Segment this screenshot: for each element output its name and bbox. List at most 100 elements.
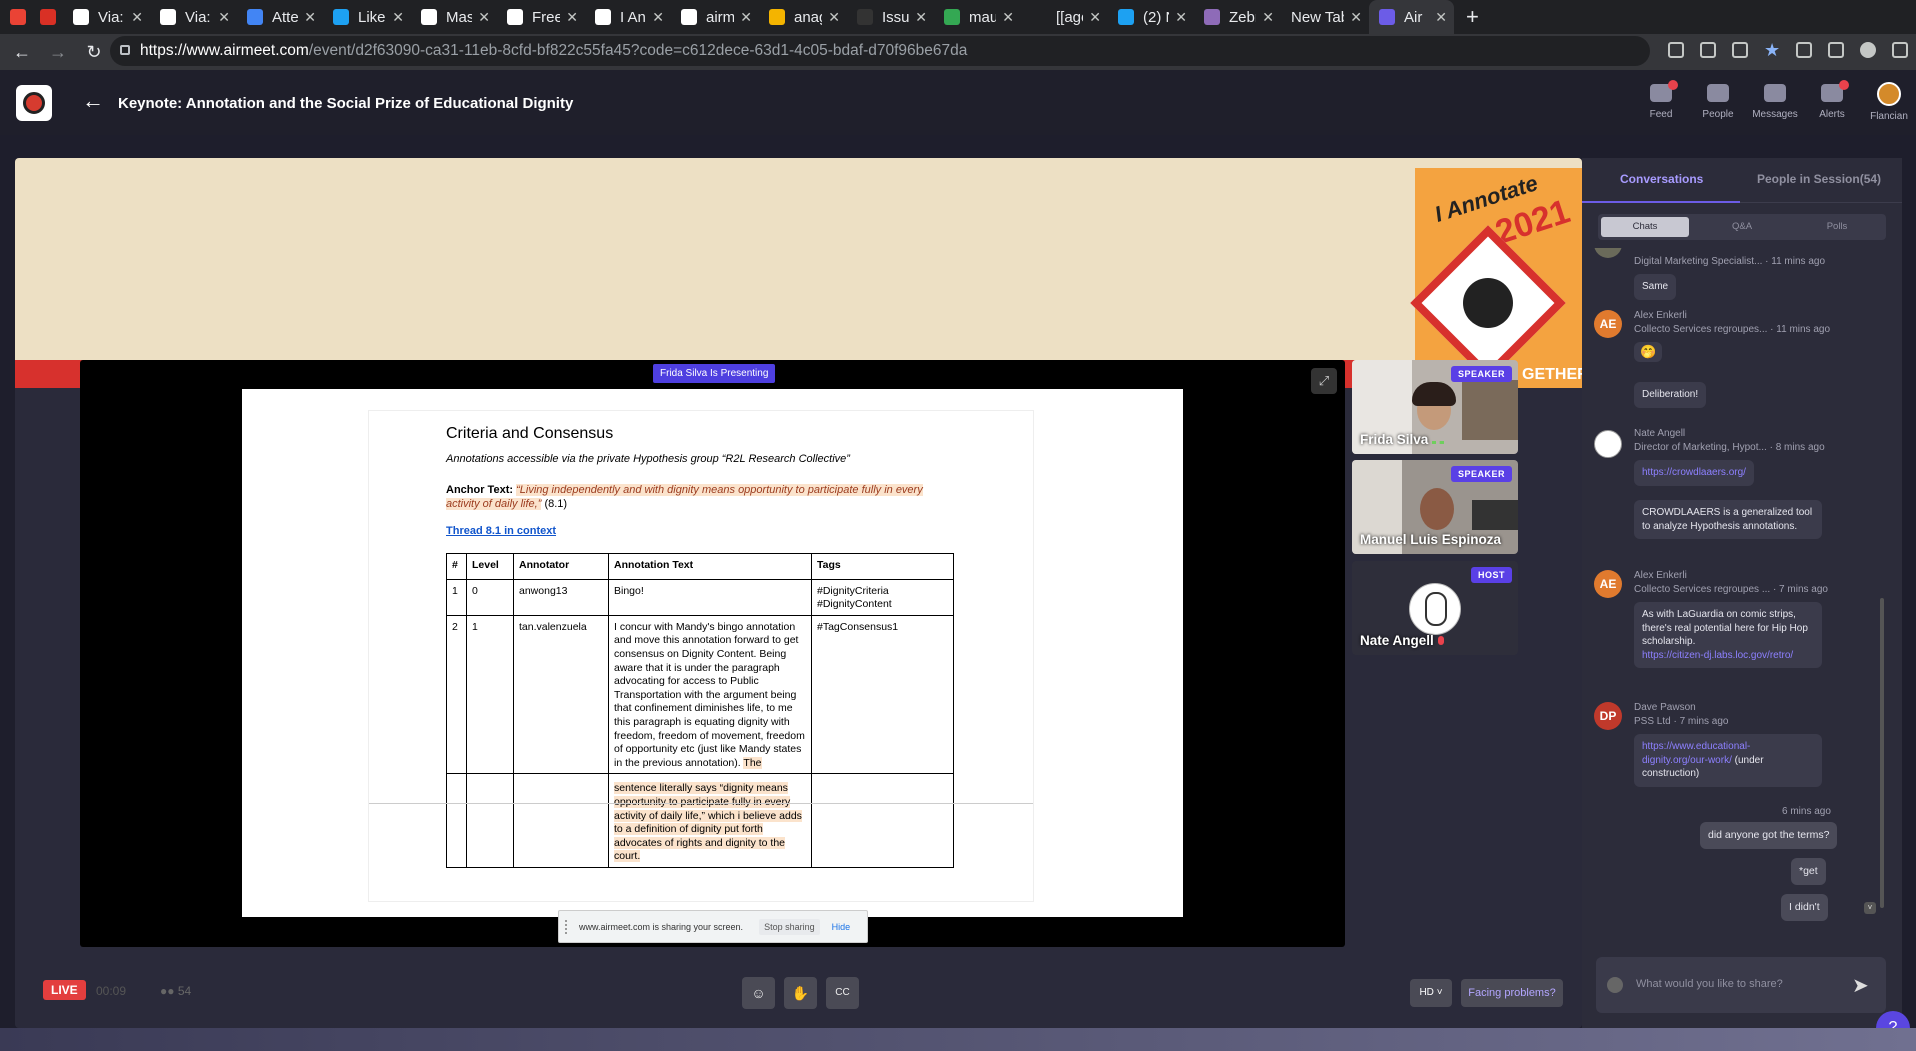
back-arrow-icon[interactable]: ← (82, 88, 104, 114)
github-icon (857, 9, 873, 25)
close-tab-icon[interactable]: ✕ (1002, 9, 1014, 26)
table-row: 1 0 anwong13 Bingo! #DignityCriteria #Di… (446, 578, 954, 616)
close-tab-icon[interactable]: ✕ (392, 9, 404, 26)
close-tab-icon[interactable]: ✕ (828, 9, 840, 26)
emoji-reaction-button[interactable]: ☺ (742, 977, 775, 1009)
zoom-icon[interactable] (1732, 42, 1748, 58)
browser-tab[interactable]: Via: [[✕ (150, 0, 237, 34)
message-options-icon[interactable]: ˅ (1864, 902, 1876, 914)
nav-alerts[interactable]: Alerts (1805, 80, 1859, 122)
browser-tab[interactable]: Liked / ✕ (323, 0, 411, 34)
web-icon (507, 9, 523, 25)
close-tab-icon[interactable]: ✕ (652, 9, 664, 26)
browser-tab[interactable]: Free In ✕ (497, 0, 585, 34)
nav-people[interactable]: People (1691, 82, 1745, 122)
calendar-icon (40, 9, 56, 25)
browser-tab[interactable]: anago ✕ (759, 0, 847, 34)
event-logo[interactable] (16, 85, 52, 121)
screen-share-notice: www.airmeet.com is sharing your screen. … (558, 910, 868, 943)
close-tab-icon[interactable]: ✕ (915, 9, 927, 26)
close-tab-icon[interactable]: ✕ (304, 9, 316, 26)
bookmark-star-icon[interactable]: ★ (1764, 41, 1780, 59)
forward-icon[interactable]: → (44, 42, 72, 63)
nav-messages[interactable]: Messages (1748, 82, 1802, 122)
hide-button[interactable]: Hide (832, 922, 851, 932)
menu-icon[interactable] (1892, 42, 1908, 58)
header-nav: Feed People Messages Alerts Flancian (1631, 80, 1916, 122)
seg-polls[interactable]: Polls (1793, 217, 1881, 237)
video-tile-frida[interactable]: SPEAKER Frida Silva (1352, 360, 1518, 454)
camera-icon[interactable] (1668, 42, 1684, 58)
captions-button[interactable]: CC (826, 977, 859, 1009)
browser-tab[interactable]: Zebra ✕ (1194, 0, 1281, 34)
browser-tab[interactable]: Issues ✕ (847, 0, 934, 34)
chat-input-placeholder[interactable]: What would you like to share? (1636, 978, 1783, 990)
emoji-icon[interactable] (1607, 977, 1623, 993)
close-tab-icon[interactable]: ✕ (566, 9, 578, 26)
browser-tab[interactable]: Massiv ✕ (411, 0, 497, 34)
video-tile-nate[interactable]: HOST Nate Angell (1352, 561, 1518, 655)
participant-name: Manuel Luis Espinoza (1360, 532, 1501, 548)
nav-feed[interactable]: Feed (1634, 80, 1688, 122)
facing-problems-button[interactable]: Facing problems? (1461, 979, 1563, 1007)
video-tile-manuel[interactable]: SPEAKER Manuel Luis Espinoza (1352, 460, 1518, 554)
browser-tab[interactable]: (2) No ✕ (1108, 0, 1194, 34)
reload-icon[interactable]: ↻ (80, 42, 108, 63)
lock-icon (120, 45, 130, 55)
close-tab-icon[interactable]: ✕ (1175, 9, 1187, 26)
close-tab-icon[interactable]: ✕ (478, 9, 490, 26)
close-tab-icon[interactable]: ✕ (131, 9, 143, 26)
seg-chats[interactable]: Chats (1601, 217, 1689, 237)
message-link[interactable]: https://crowdlaaers.org/ (1642, 467, 1746, 478)
browser-tab-title: Issues (882, 8, 910, 26)
message-meta: Digital Marketing Specialist... · 11 min… (1634, 256, 1826, 267)
close-tab-icon[interactable]: ✕ (740, 9, 752, 26)
toolbar-icons: ★ (1668, 41, 1908, 59)
message-meta: PSS Ltd · 7 mins ago (1634, 716, 1729, 727)
raise-hand-button[interactable]: ✋ (784, 977, 817, 1009)
chat-composer[interactable]: What would you like to share? ➤ (1596, 957, 1886, 1013)
tab-people-in-session[interactable]: People in Session(54) (1757, 172, 1881, 186)
message-link[interactable]: https://citizen-dj.labs.loc.gov/retro/ (1642, 650, 1793, 661)
stop-sharing-button[interactable]: Stop sharing (759, 918, 820, 935)
back-icon[interactable]: ← (8, 42, 36, 63)
browser-tab[interactable]: Attend ✕ (237, 0, 323, 34)
fullscreen-icon[interactable]: ⤢ (1311, 368, 1337, 394)
browser-tab[interactable]: maui - ✕ (934, 0, 1021, 34)
thread-link[interactable]: Thread 8.1 in context (446, 525, 1033, 537)
browser-tab[interactable]: Via: [[✕ (63, 0, 150, 34)
close-tab-icon[interactable]: ✕ (1089, 9, 1101, 26)
new-tab-icon[interactable]: + (1466, 4, 1479, 30)
nav-profile[interactable]: Flancian (1862, 82, 1916, 122)
profile-icon[interactable] (1860, 42, 1876, 58)
browser-tab[interactable] (0, 0, 30, 34)
quality-dropdown[interactable]: HD ˅ (1410, 979, 1452, 1007)
browser-tab[interactable]: airmee ✕ (671, 0, 759, 34)
grid-icon[interactable] (1700, 42, 1716, 58)
close-tab-icon[interactable]: ✕ (218, 9, 230, 26)
anchor-text: Anchor Text: “Living independently and w… (446, 483, 956, 511)
browser-tab[interactable]: Air ✕ (1369, 0, 1454, 34)
slides-icon (769, 9, 785, 25)
message-author: Alex Enkerli (1634, 310, 1687, 321)
browser-tab[interactable]: [[agor ✕ (1021, 0, 1108, 34)
chat-scrollbar[interactable] (1880, 598, 1884, 908)
close-tab-icon[interactable]: ✕ (1435, 9, 1447, 26)
viewer-count: ●● 54 (160, 984, 191, 998)
browser-tab-title: New Tab (1291, 8, 1345, 26)
address-bar[interactable]: https://www.airmeet.com/event/d2f63090-c… (110, 36, 1650, 66)
browser-tab[interactable]: I Anno ✕ (585, 0, 671, 34)
media-icon[interactable] (1828, 42, 1844, 58)
close-tab-icon[interactable]: ✕ (1350, 9, 1362, 26)
tab-conversations[interactable]: Conversations (1620, 172, 1703, 186)
browser-tab[interactable] (30, 0, 63, 34)
browser-tab[interactable]: New Tab ✕ (1281, 0, 1369, 34)
extension-icon[interactable] (1796, 42, 1812, 58)
close-tab-icon[interactable]: ✕ (1262, 9, 1274, 26)
avatar (1877, 82, 1901, 106)
app-header: ← Keynote: Annotation and the Social Pri… (0, 70, 1916, 135)
drag-handle-icon[interactable] (565, 919, 569, 934)
twitter-icon (1118, 9, 1134, 25)
send-icon[interactable]: ➤ (1852, 973, 1869, 998)
seg-qa[interactable]: Q&A (1698, 217, 1786, 237)
